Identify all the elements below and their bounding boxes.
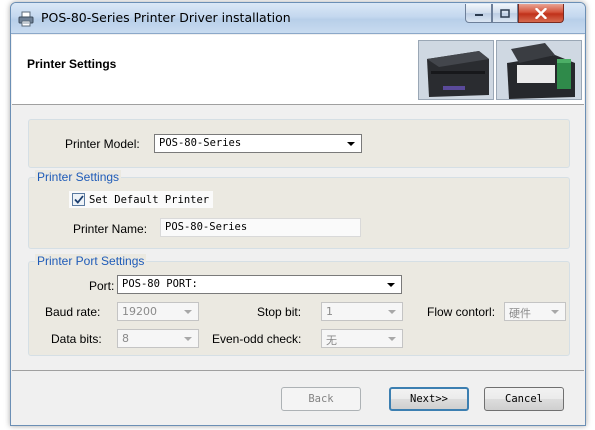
printer-model-select[interactable]: POS-80-Series xyxy=(154,134,362,153)
baud-rate-value: 19200 xyxy=(122,305,157,318)
printer-name-field[interactable]: POS-80-Series xyxy=(160,218,361,237)
title-bar[interactable]: POS-80-Series Printer Driver installatio… xyxy=(11,3,585,34)
even-odd-check-label: Even-odd check: xyxy=(212,332,302,346)
printer-model-label: Printer Model: xyxy=(65,137,140,151)
data-bits-select[interactable]: 8 xyxy=(117,329,199,348)
port-value: POS-80 PORT: xyxy=(122,278,198,290)
chevron-down-icon xyxy=(184,310,192,314)
printer-port-settings-legend: Printer Port Settings xyxy=(35,254,147,268)
printer-settings-legend: Printer Settings xyxy=(35,170,122,184)
printer-name-value: POS-80-Series xyxy=(165,221,248,233)
set-default-printer-label: Set Default Printer xyxy=(89,193,210,206)
data-bits-label: Data bits: xyxy=(51,332,102,346)
minimize-button[interactable] xyxy=(465,4,492,23)
header-title: Printer Settings xyxy=(27,57,117,71)
receipt-printer-image xyxy=(418,40,494,100)
maximize-button[interactable] xyxy=(492,4,518,23)
receipt-printer-open-image xyxy=(496,40,582,100)
chevron-down-icon xyxy=(347,142,355,146)
stop-bit-label: Stop bit: xyxy=(257,305,302,319)
chevron-down-icon xyxy=(387,283,395,287)
close-button[interactable] xyxy=(518,4,564,23)
maximize-icon xyxy=(500,8,510,18)
flow-control-select[interactable]: 硬件 xyxy=(504,302,566,321)
port-select[interactable]: POS-80 PORT: xyxy=(117,275,402,294)
flow-control-label: Flow contorl: xyxy=(427,305,496,319)
close-icon xyxy=(535,7,547,19)
next-button[interactable]: Next>> xyxy=(389,387,469,411)
chevron-down-icon xyxy=(388,337,396,341)
baud-rate-label: Baud rate: xyxy=(45,305,101,319)
even-odd-check-select[interactable]: 无 xyxy=(321,329,403,348)
window-title: POS-80-Series Printer Driver installatio… xyxy=(41,10,291,25)
printer-settings-group: Printer Settings Set Default Printer Pri… xyxy=(28,170,570,249)
printer-port-settings-group: Printer Port Settings Port: POS-80 PORT:… xyxy=(28,254,570,356)
set-default-printer-checkbox[interactable]: Set Default Printer xyxy=(69,191,214,208)
checkmark-icon xyxy=(73,195,84,204)
chevron-down-icon xyxy=(551,310,559,314)
chevron-down-icon xyxy=(388,310,396,314)
even-odd-check-value: 无 xyxy=(326,334,337,347)
data-bits-value: 8 xyxy=(122,332,129,345)
checkbox-box[interactable] xyxy=(72,193,85,206)
footer-divider xyxy=(12,370,584,371)
chevron-down-icon xyxy=(184,337,192,341)
printer-name-label: Printer Name: xyxy=(73,222,148,236)
back-button[interactable]: Back xyxy=(281,387,361,411)
port-label: Port: xyxy=(89,279,115,293)
stop-bit-value: 1 xyxy=(326,305,333,318)
cancel-button[interactable]: Cancel xyxy=(484,387,564,411)
wizard-header: Printer Settings xyxy=(12,35,584,105)
printer-model-group: Printer Model: POS-80-Series xyxy=(28,119,570,168)
stop-bit-select[interactable]: 1 xyxy=(321,302,403,321)
printer-model-value: POS-80-Series xyxy=(159,137,242,149)
installer-window: POS-80-Series Printer Driver installatio… xyxy=(10,2,586,426)
flow-control-value: 硬件 xyxy=(509,307,531,320)
printer-icon xyxy=(18,11,34,27)
baud-rate-select[interactable]: 19200 xyxy=(117,302,199,321)
minimize-icon xyxy=(474,14,483,16)
